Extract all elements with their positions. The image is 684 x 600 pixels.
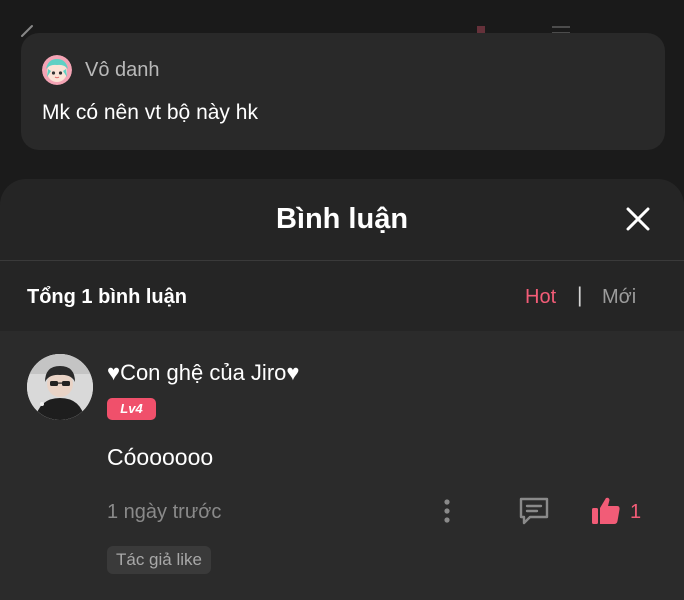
- reply-icon[interactable]: [518, 496, 550, 526]
- comment-text: Cóoooooo: [107, 444, 214, 470]
- post-author: Vô danh: [85, 59, 160, 81]
- avatar[interactable]: [27, 354, 93, 420]
- sort-hot-tab[interactable]: Hot: [525, 286, 556, 309]
- like-count: 1: [630, 501, 642, 523]
- post-card: Vô danh Mk có nên vt bộ này hk: [21, 33, 665, 150]
- comment-username[interactable]: ♥Con ghệ của Jiro♥: [107, 360, 299, 386]
- comment-timestamp: 1 ngày trước: [107, 501, 222, 523]
- author-liked-badge: Tác giả like: [107, 546, 211, 574]
- post-text: Mk có nên vt bộ này hk: [42, 101, 258, 124]
- thumbs-up-icon[interactable]: [590, 495, 622, 527]
- sort-new-tab[interactable]: Mới: [602, 286, 636, 309]
- comments-sheet: Bình luận Tổng 1 bình luận Hot | Mới ♥Co…: [0, 179, 684, 600]
- anime-avatar-icon: [42, 55, 72, 85]
- sheet-title: Bình luận: [275, 203, 409, 235]
- comment-total: Tổng 1 bình luận: [27, 286, 187, 308]
- comment-list: ♥Con ghệ của Jiro♥ Lv4 Cóoooooo 1 ngày t…: [0, 331, 684, 600]
- level-badge: Lv4: [107, 398, 156, 420]
- app-screen: Vô danh Mk có nên vt bộ này hk Bình luận…: [0, 0, 684, 600]
- close-icon[interactable]: [622, 203, 654, 235]
- sort-separator: |: [577, 284, 583, 307]
- divider: [0, 260, 684, 261]
- more-vertical-icon[interactable]: [440, 497, 454, 525]
